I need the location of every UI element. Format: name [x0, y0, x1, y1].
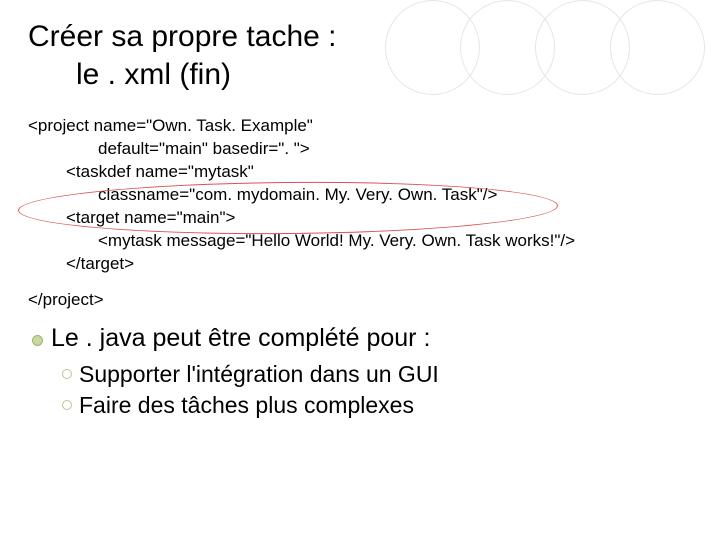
hollow-bullet-icon	[62, 369, 72, 379]
bullet-main-text: Le . java peut être complété pour :	[51, 324, 430, 353]
title-line-2: le . xml (fin)	[28, 56, 700, 94]
slide-title: Créer sa propre tache : le . xml (fin)	[28, 18, 700, 93]
code-block: <project name="Own. Task. Example" defau…	[28, 115, 700, 276]
code-line: <project name="Own. Task. Example"	[28, 115, 700, 138]
title-line-1: Créer sa propre tache :	[28, 18, 700, 56]
bullet-section: Le . java peut être complété pour : Supp…	[28, 324, 700, 421]
bullet-main: Le . java peut être complété pour :	[32, 324, 700, 353]
sub-bullet-text: Faire des tâches plus complexes	[79, 390, 414, 421]
code-line: classname="com. mydomain. My. Very. Own.…	[28, 184, 700, 207]
sub-bullet-text: Supporter l'intégration dans un GUI	[79, 359, 439, 390]
code-line: <mytask message="Hello World! My. Very. …	[28, 230, 700, 253]
filled-bullet-icon	[32, 335, 43, 346]
code-closing: </project>	[28, 290, 700, 310]
code-line: <target name="main">	[28, 207, 700, 230]
hollow-bullet-icon	[62, 400, 72, 410]
code-line: <taskdef name="mytask"	[28, 161, 700, 184]
sub-bullet-list: Supporter l'intégration dans un GUI Fair…	[32, 359, 700, 421]
code-line: default="main" basedir=". ">	[28, 138, 700, 161]
slide-content: Créer sa propre tache : le . xml (fin) <…	[0, 0, 720, 421]
sub-bullet: Supporter l'intégration dans un GUI	[62, 359, 700, 390]
sub-bullet: Faire des tâches plus complexes	[62, 390, 700, 421]
code-line: </target>	[28, 253, 700, 276]
